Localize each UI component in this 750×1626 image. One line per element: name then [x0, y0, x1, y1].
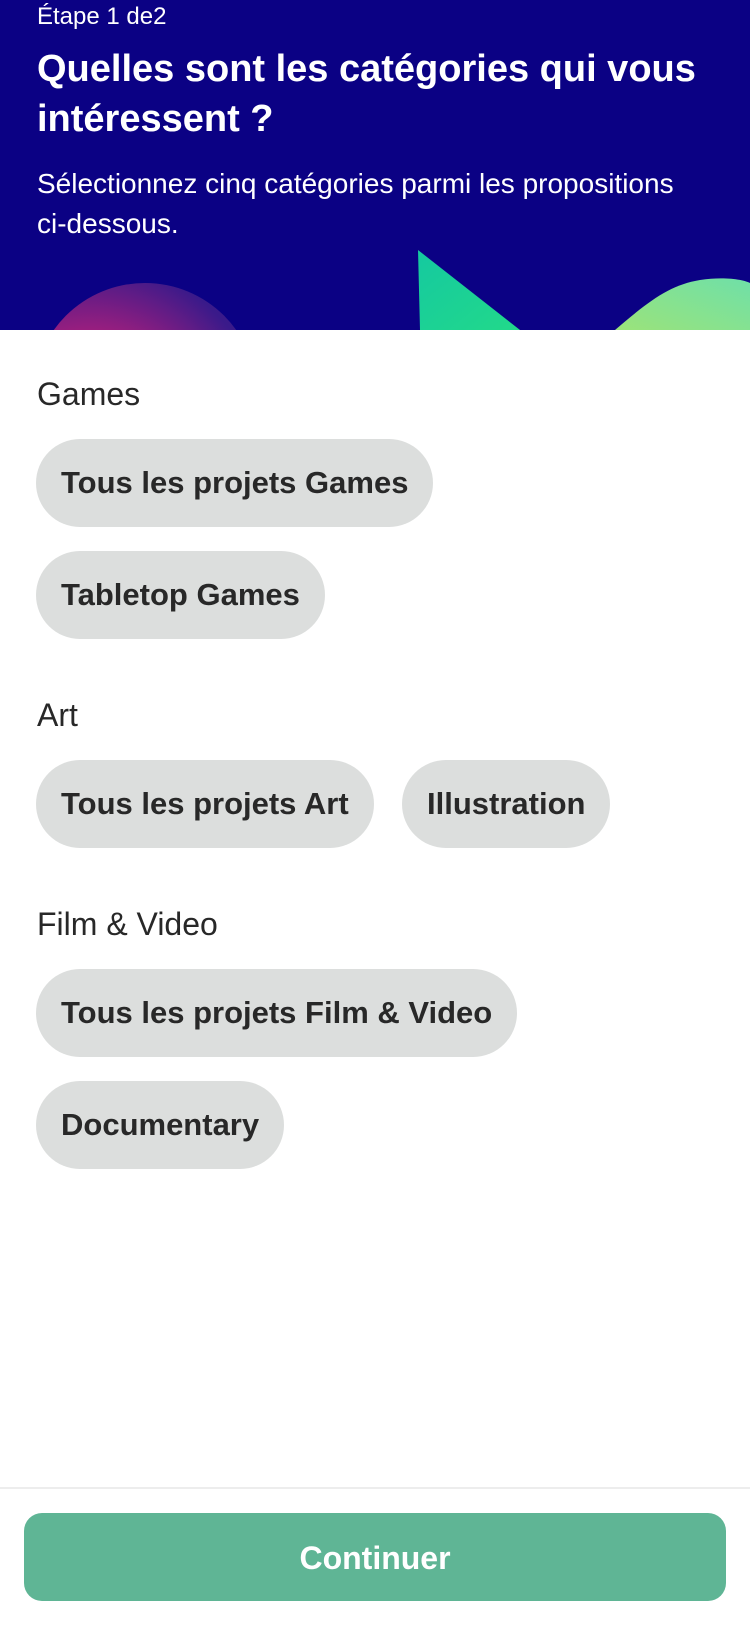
chip-documentary[interactable]: Documentary — [36, 1081, 285, 1169]
section-title-film-video: Film & Video — [37, 906, 218, 942]
chip-all-film-video[interactable]: Tous les projets Film & Video — [36, 969, 518, 1057]
chip-illustration[interactable]: Illustration — [402, 760, 611, 848]
chip-all-art[interactable]: Tous les projets Art — [36, 760, 374, 848]
onboarding-header: Étape 1 de2 Quelles sont les catégories … — [0, 0, 750, 330]
chip-all-games[interactable]: Tous les projets Games — [36, 439, 434, 527]
footer-bar: Continuer — [0, 1487, 750, 1626]
step-indicator: Étape 1 de2 — [37, 3, 167, 30]
section-title-games: Games — [37, 376, 141, 412]
page-subtitle: Sélectionnez cinq catégories parmi les p… — [37, 168, 674, 239]
section-title-art: Art — [37, 697, 78, 733]
continue-button[interactable]: Continuer — [24, 1513, 726, 1601]
chip-tabletop-games[interactable]: Tabletop Games — [36, 551, 325, 639]
page-title: Quelles sont les catégories qui vous int… — [37, 48, 696, 140]
